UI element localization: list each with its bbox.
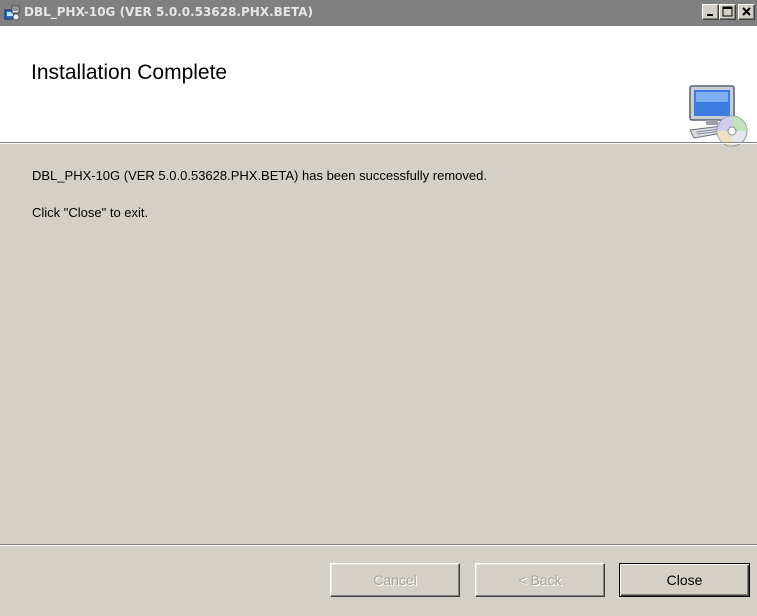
- footer-divider-highlight: [0, 545, 757, 546]
- maximize-button[interactable]: [719, 4, 736, 20]
- title-bar[interactable]: DBL_PHX-10G (VER 5.0.0.53628.PHX.BETA): [0, 0, 757, 26]
- window-title: DBL_PHX-10G (VER 5.0.0.53628.PHX.BETA): [24, 5, 314, 19]
- minimize-button[interactable]: [702, 4, 719, 20]
- back-button[interactable]: < Back: [475, 563, 605, 597]
- header-divider-highlight: [0, 143, 757, 144]
- close-icon: [742, 7, 751, 16]
- status-message: DBL_PHX-10G (VER 5.0.0.53628.PHX.BETA) h…: [32, 168, 487, 183]
- maximize-icon: [722, 6, 733, 17]
- cancel-button[interactable]: Cancel: [330, 563, 460, 597]
- page-title: Installation Complete: [31, 61, 228, 84]
- exit-instruction: Click "Close" to exit.: [32, 205, 149, 220]
- installer-app-icon: [4, 5, 20, 21]
- close-window-button[interactable]: [738, 4, 755, 20]
- header-banner: Installation Complete: [0, 26, 757, 147]
- close-button[interactable]: Close: [619, 563, 750, 597]
- installer-window: DBL_PHX-10G (VER 5.0.0.53628.PHX.BETA) I…: [0, 0, 757, 616]
- computer-cd-icon: [688, 84, 748, 148]
- minimize-icon: [707, 14, 713, 16]
